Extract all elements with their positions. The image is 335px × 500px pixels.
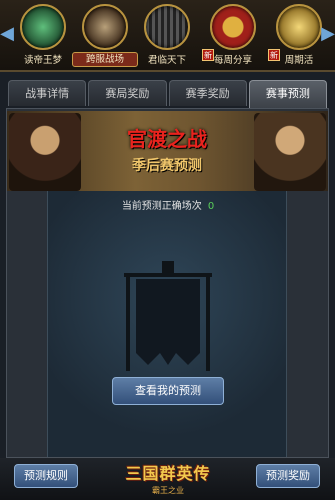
general-portrait-left: [9, 113, 81, 191]
activity-label: 周期活: [284, 55, 314, 66]
game-logo: 三国群英传 霸王之业: [118, 460, 218, 496]
correct-predictions-label: 当前预测正确场次: [121, 201, 202, 212]
view-my-prediction-button[interactable]: 查看我的预测: [112, 377, 224, 405]
scroll-left-arrow[interactable]: ◀: [0, 22, 14, 46]
activity-item-weekly-share[interactable]: 新 每周分享: [202, 2, 262, 70]
activity-label: 读帝王梦: [23, 55, 62, 66]
event-banner: 官渡之战 季后赛预测: [7, 111, 328, 191]
prediction-area: 当前预测正确场次 0 查看我的预测: [47, 191, 287, 457]
correct-predictions-count: 0: [207, 201, 215, 212]
scroll-icon: [276, 4, 322, 50]
prediction-panel: 官渡之战 季后赛预测 当前预测正确场次 0 查看我的预测: [6, 108, 329, 458]
banner-subtitle: 季后赛预测: [132, 158, 202, 174]
jade-dragon-icon: [20, 4, 66, 50]
activity-label: 跨服战场: [72, 52, 138, 67]
banner-title: 官渡之战: [127, 127, 207, 151]
tab-match-rewards[interactable]: 赛局奖励: [88, 80, 167, 106]
activity-icon-bar: ◀ 读帝王梦 跨服战场 君临天下 新 每周分享 新 周期活 ▶: [0, 0, 335, 72]
activity-label: 君临天下: [147, 55, 186, 66]
tab-season-rewards[interactable]: 赛季奖励: [168, 80, 247, 106]
gift-box-icon: [210, 4, 256, 50]
warrior-helmet-icon: [82, 4, 128, 50]
game-logo-title: 三国群英传: [125, 464, 211, 483]
tab-battle-details[interactable]: 战事详情: [8, 80, 87, 106]
war-banner-icon: [124, 261, 212, 371]
prediction-rules-button[interactable]: 预测规则: [14, 464, 78, 488]
scroll-right-arrow[interactable]: ▶: [321, 22, 335, 46]
activity-label: 每周分享: [213, 55, 252, 66]
general-portrait-right: [254, 113, 326, 191]
tab-match-prediction[interactable]: 赛事预测: [248, 80, 327, 108]
activity-item-cross-server[interactable]: 跨服战场: [72, 2, 138, 70]
tab-bar: 战事详情 赛局奖励 赛季奖励 赛事预测: [0, 80, 335, 108]
bottom-bar: 预测规则 三国群英传 霸王之业 预测奖励: [0, 458, 335, 500]
correct-predictions-line: 当前预测正确场次 0: [48, 197, 288, 212]
activity-item-reign[interactable]: 君临天下: [138, 2, 196, 70]
game-logo-subtitle: 霸王之业: [152, 486, 184, 495]
army-crowd-icon: [144, 4, 190, 50]
activity-item-periodic[interactable]: 新 周期活: [268, 2, 328, 70]
prediction-rewards-button[interactable]: 预测奖励: [256, 464, 320, 488]
activity-item-dream[interactable]: 读帝王梦: [14, 2, 72, 70]
